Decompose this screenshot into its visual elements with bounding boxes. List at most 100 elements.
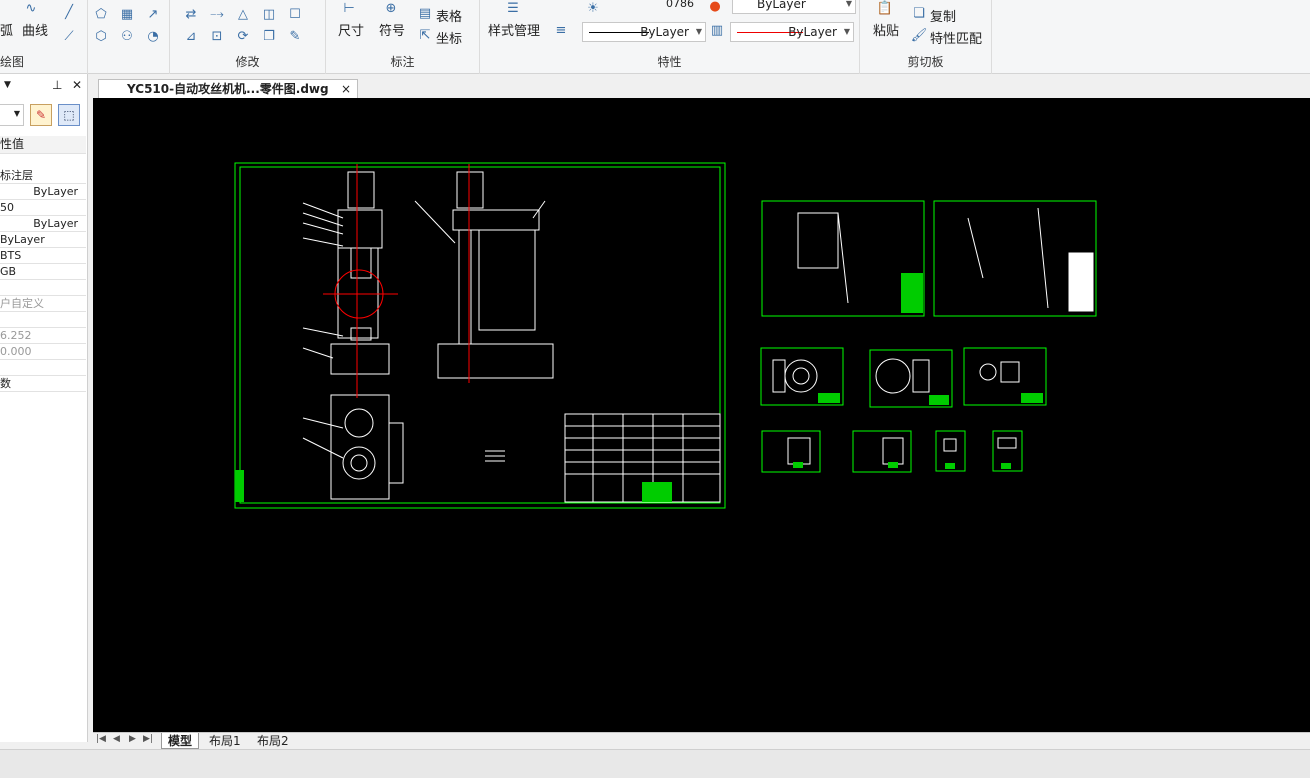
style-manager-button-label[interactable]: 样式管理 <box>488 20 540 39</box>
coordinate-icon[interactable]: ⇱ <box>416 27 434 45</box>
dropdown-chevron-icon[interactable]: ▼ <box>4 80 11 90</box>
table-icon[interactable]: ▤ <box>416 5 434 23</box>
line-icon[interactable]: ╱ <box>60 4 78 22</box>
close-tab-icon[interactable]: × <box>341 80 351 98</box>
annotate-group: ⊢ 尺寸 ⊕ 符号 ▤ 表格 ⇱ 坐标 标注 <box>326 0 480 74</box>
color-wheel-icon[interactable]: ● <box>706 0 724 16</box>
rectangle-icon[interactable]: ⬡ <box>92 28 110 46</box>
document-tab-title: YC510-自动攻丝机机...零件图.dwg <box>127 82 329 96</box>
copy-button-label[interactable]: 复制 <box>930 6 956 25</box>
property-row[interactable]: ByLayer <box>0 232 86 248</box>
tab-model[interactable]: 模型 <box>161 733 200 749</box>
clipboard-group: 📋 粘贴 ❏ 复制 🖌 特性匹配 剪切板 <box>860 0 992 74</box>
paste-icon[interactable]: 📋 <box>876 0 894 18</box>
prev-layout-icon[interactable]: ◀ <box>113 734 120 744</box>
close-icon[interactable]: ✕ <box>72 78 82 92</box>
property-row[interactable]: 标注层 <box>0 168 86 184</box>
document-tab-bar: YC510-自动攻丝机机...零件图.dwg × <box>92 77 1310 98</box>
trim-icon[interactable]: ⤍ <box>208 6 226 24</box>
property-row[interactable]: 50 <box>0 200 86 216</box>
chevron-down-icon: ▼ <box>845 0 852 8</box>
lineweight-combo[interactable]: ByLayer ▼ <box>730 22 854 42</box>
stretch-icon[interactable]: ⊡ <box>208 28 226 46</box>
linetype-icon[interactable]: ≡ <box>552 22 570 40</box>
edit-icon[interactable]: ✎ <box>286 28 304 46</box>
match-properties-button-label[interactable]: 特性匹配 <box>930 28 982 47</box>
green-stamps <box>235 273 1043 502</box>
paste-button-label[interactable]: 粘贴 <box>873 20 899 39</box>
property-row[interactable]: 6.252 <box>0 328 86 344</box>
property-row[interactable]: BTS <box>0 248 86 264</box>
sheet-8-frame <box>852 430 912 473</box>
chevron-down-icon: ▼ <box>695 27 702 36</box>
property-row[interactable]: GB <box>0 264 86 280</box>
polyline-icon[interactable]: ⟋ <box>60 28 78 46</box>
region-icon[interactable]: ⬠ <box>92 6 110 24</box>
curve-button-label[interactable]: 曲线 <box>22 20 48 39</box>
annotate-group-label: 标注 <box>390 55 415 69</box>
panel-header: 性值 <box>0 136 86 154</box>
property-row[interactable] <box>0 312 86 328</box>
wipeout-icon[interactable]: ◔ <box>144 28 162 46</box>
color-combo-value: ByLayer <box>757 0 806 11</box>
layout-tab-bar: |◀ ◀ ▶ ▶| 模型 布局1 布局2 <box>93 732 1310 749</box>
panel-title-bar: ▼ ⊥ ✕ <box>0 78 86 98</box>
drawing-canvas[interactable] <box>93 98 1310 732</box>
properties-group: ☰ 样式管理 ☀ 0786 ● ByLayer ▼ ≡ ByLayer ▼ ▥ … <box>480 0 860 74</box>
lineweight-icon[interactable]: ▥ <box>708 22 726 40</box>
linetype-combo[interactable]: ByLayer ▼ <box>582 22 706 42</box>
properties-group-label: 特性 <box>657 55 682 69</box>
property-row[interactable]: ByLayer <box>0 184 86 200</box>
property-row[interactable]: 0.000 <box>0 344 86 360</box>
chevron-down-icon: ▼ <box>13 109 20 118</box>
color-combo[interactable]: ByLayer ▼ <box>732 0 856 14</box>
select-objects-icon[interactable]: ⬚ <box>58 104 80 126</box>
rotate-icon[interactable]: ⟳ <box>234 28 252 46</box>
dimension-icon[interactable]: ⊢ <box>340 0 358 18</box>
table-button-label[interactable]: 表格 <box>436 6 462 25</box>
first-layout-icon[interactable]: |◀ <box>96 734 106 744</box>
coordinate-button-label[interactable]: 坐标 <box>436 28 462 47</box>
modify-group: ⇄ ⤍ △ ◫ ☐ ⊿ ⊡ ⟳ ❐ ✎ 修改 <box>170 0 326 74</box>
copy-object-icon[interactable]: ◫ <box>260 6 278 24</box>
layer-value[interactable]: 0786 <box>666 0 694 10</box>
ribbon: 弧 ∿ 曲线 ╱ ⟋ 绘图 ⬠ ▦ ↗ ⬡ ⚇ ◔ ⇄ ⤍ △ ◫ ☐ ⊿ ⊡ … <box>0 0 1310 74</box>
toggle-pickadd-icon[interactable]: ✎ <box>30 104 52 126</box>
array-icon[interactable]: ❐ <box>260 28 278 46</box>
draw-group-label: 绘图 <box>0 55 25 69</box>
tab-layout1[interactable]: 布局1 <box>203 733 247 749</box>
pin-icon[interactable]: ⊥ <box>52 78 62 92</box>
hatch-icon[interactable]: ▦ <box>118 6 136 24</box>
symbol-icon[interactable]: ⊕ <box>382 0 400 18</box>
property-row[interactable]: ByLayer <box>0 216 86 232</box>
lineweight-combo-value: ByLayer <box>788 25 837 39</box>
copy-icon[interactable]: ❏ <box>910 5 928 23</box>
arc-button-label[interactable]: 弧 <box>0 20 13 39</box>
properties-panel: ▼ ⊥ ✕ ▼ ✎ ⬚ 性值 标注层 ByLayer 50 ByLayer ByLaye… <box>0 74 88 742</box>
sheet-7-frame <box>761 430 821 473</box>
property-row[interactable] <box>0 360 86 376</box>
rect-select-icon[interactable]: ☐ <box>286 6 304 24</box>
dimension-button-label[interactable]: 尺寸 <box>338 20 364 39</box>
style-manager-icon[interactable]: ☰ <box>504 0 522 18</box>
tab-layout2[interactable]: 布局2 <box>251 733 295 749</box>
object-select-combo[interactable]: ▼ <box>0 104 24 126</box>
draw-group: 弧 ∿ 曲线 ╱ ⟋ 绘图 <box>0 0 88 74</box>
scale-icon[interactable]: ⊿ <box>182 28 200 46</box>
layer-state-icon[interactable]: ☀ <box>584 0 602 18</box>
property-row[interactable]: 户自定义 <box>0 296 86 312</box>
boundary-icon[interactable]: ⚇ <box>118 28 136 46</box>
symbol-button-label[interactable]: 符号 <box>379 20 405 39</box>
curve-icon[interactable]: ∿ <box>22 0 40 18</box>
document-tab[interactable]: YC510-自动攻丝机机...零件图.dwg × <box>98 79 358 98</box>
property-row[interactable]: 数 <box>0 376 86 392</box>
point-icon[interactable]: ↗ <box>144 6 162 24</box>
move-icon[interactable]: ⇄ <box>182 6 200 24</box>
last-layout-icon[interactable]: ▶| <box>143 734 153 744</box>
match-properties-icon[interactable]: 🖌 <box>910 27 928 45</box>
main-drawing-content <box>302 171 1094 503</box>
next-layout-icon[interactable]: ▶ <box>129 734 136 744</box>
modify-group-label: 修改 <box>235 55 260 69</box>
mirror-icon[interactable]: △ <box>234 6 252 24</box>
property-row[interactable] <box>0 280 86 296</box>
